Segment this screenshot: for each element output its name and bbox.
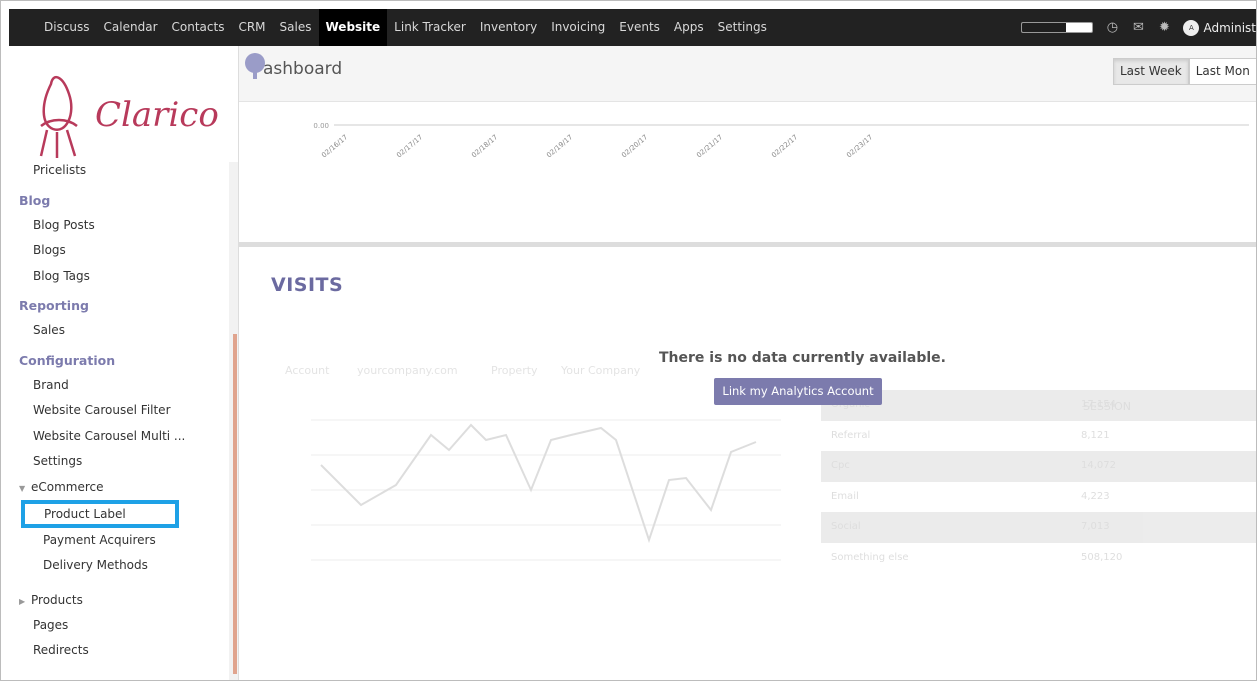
- row-value: 14,072: [1081, 460, 1116, 471]
- sidebar-group-products[interactable]: ▶ Products: [9, 588, 229, 613]
- row-value: 508,120: [1081, 551, 1123, 563]
- top-navigation: Discuss Calendar Contacts CRM Sales Website Li…: [9, 9, 774, 46]
- table-row: Referral 8,121: [821, 421, 1256, 452]
- row-label: Referral: [831, 429, 871, 441]
- x-tick-label: 02/17/17: [395, 133, 424, 159]
- row-value: 4,223: [1081, 490, 1110, 502]
- sidebar-menu: Pricelists Blog Blog Posts Blogs Blog Tags Re…: [9, 158, 229, 664]
- period-button-last-mon[interactable]: Last Mon: [1188, 58, 1256, 85]
- sidebar-item-product-label[interactable]: Product Label: [21, 499, 179, 528]
- period-button-last-week[interactable]: Last Week: [1113, 58, 1189, 85]
- sidebar-item-website-carousel-multi[interactable]: Website Carousel Multi ...: [9, 424, 229, 450]
- progress-bar: [1021, 22, 1094, 33]
- x-tick-label: 02/23/17: [845, 133, 874, 159]
- sidebar-section-configuration: Configuration: [19, 352, 116, 368]
- top-menu-inventory[interactable]: Inventory: [473, 9, 544, 46]
- property-select[interactable]: Your Company: [561, 364, 640, 377]
- sidebar: Clarico Pricelists Blog Blog Posts Blogs Blo…: [9, 46, 239, 680]
- progress-fill: [1022, 23, 1066, 32]
- clarico-logo: Clarico: [31, 54, 231, 164]
- top-right-systray: ◷ ✉ ✹ A Administ: [1021, 9, 1256, 46]
- sidebar-item-website-carousel-filter[interactable]: Website Carousel Filter: [9, 398, 229, 424]
- empty-data-message: There is no data currently available.: [659, 350, 946, 366]
- x-tick-label: 02/19/17: [545, 133, 574, 159]
- row-label: Something else: [831, 551, 909, 563]
- sales-chart-svg: 0.00 02/16/17 02/17/17 02/18/17 02/19/17 02/2…: [313, 122, 1249, 160]
- table-row: Email 4,223: [821, 482, 1256, 513]
- sales-chart: 0.00 02/16/17 02/17/17 02/18/17 02/19/17 02/2…: [239, 103, 1256, 243]
- main-content: ashboard Last Week Last Mon 0.00 02/16/17 0…: [239, 46, 1256, 680]
- top-menu-bar: Discuss Calendar Contacts CRM Sales Website Li…: [9, 9, 1256, 46]
- row-label: Email: [831, 490, 859, 502]
- top-menu-contacts[interactable]: Contacts: [165, 9, 232, 46]
- breadcrumb-tooltip-dot: [245, 53, 265, 73]
- top-menu-events[interactable]: Events: [612, 9, 667, 46]
- sidebar-group-label: Products: [31, 592, 83, 607]
- account-select[interactable]: yourcompany.com: [357, 364, 458, 377]
- x-tick-label: 02/20/17: [620, 133, 649, 159]
- x-tick-label: 02/22/17: [770, 133, 799, 159]
- top-menu-link-tracker[interactable]: Link Tracker: [387, 9, 473, 46]
- top-menu-calendar[interactable]: Calendar: [97, 9, 165, 46]
- page-title: ashboard: [263, 59, 343, 79]
- top-menu-discuss[interactable]: Discuss: [37, 9, 97, 46]
- app-window: Discuss Calendar Contacts CRM Sales Website Li…: [0, 0, 1257, 681]
- control-panel: ashboard Last Week Last Mon: [239, 46, 1256, 102]
- sidebar-item-brand[interactable]: Brand: [9, 373, 229, 399]
- visits-section: VISITS Account yourcompany.com Property …: [239, 247, 1256, 680]
- x-tick-label: 02/18/17: [470, 133, 499, 159]
- sidebar-item-blogs[interactable]: Blogs: [9, 238, 229, 264]
- top-menu-website[interactable]: Website: [318, 9, 388, 46]
- chat-icon[interactable]: ✉: [1131, 20, 1145, 35]
- caret-down-icon[interactable]: ▼: [19, 476, 31, 501]
- row-value: 8,121: [1081, 429, 1110, 441]
- link-analytics-button[interactable]: Link my Analytics Account: [714, 378, 882, 405]
- sidebar-section-reporting: Reporting: [19, 298, 89, 313]
- table-row: Something else 508,120: [821, 543, 1256, 574]
- logo-text: Clarico: [95, 95, 219, 135]
- visits-line-chart: [311, 419, 781, 561]
- x-tick-label: 02/21/17: [695, 133, 724, 159]
- sidebar-item-payment-acquirers[interactable]: Payment Acquirers: [9, 528, 229, 554]
- sidebar-scrollbar[interactable]: [233, 334, 237, 674]
- sidebar-group-ecommerce[interactable]: ▼ eCommerce: [9, 475, 229, 500]
- account-label: Account: [285, 364, 330, 377]
- row-label: Cpc: [831, 460, 850, 471]
- table-row: Cpc 14,072: [821, 451, 1256, 482]
- top-menu-crm[interactable]: CRM: [231, 9, 272, 46]
- user-name: Administ: [1203, 20, 1256, 35]
- sidebar-group-label: eCommerce: [31, 479, 104, 494]
- sidebar-item-settings[interactable]: Settings: [9, 449, 229, 475]
- caret-right-icon[interactable]: ▶: [19, 589, 31, 614]
- row-value: 7,013: [1081, 521, 1110, 532]
- user-menu[interactable]: A Administ: [1183, 19, 1256, 36]
- x-tick-label: 02/16/17: [320, 133, 349, 159]
- top-menu-sales[interactable]: Sales: [273, 9, 319, 46]
- sidebar-section-blog: Blog: [19, 192, 51, 208]
- sessions-table: Organic17,154 Referral 8,121 Cpc 14,072 Email…: [821, 390, 1256, 620]
- bug-icon[interactable]: ✹: [1157, 20, 1171, 35]
- sidebar-item-pricelists[interactable]: Pricelists: [9, 158, 229, 184]
- period-selector: Last Week Last Mon: [1113, 58, 1256, 85]
- avatar: A: [1183, 19, 1200, 36]
- top-menu-invoicing[interactable]: Invoicing: [544, 9, 612, 46]
- session-column-header: SESSION: [1083, 400, 1132, 413]
- sidebar-item-blog-posts[interactable]: Blog Posts: [9, 213, 229, 239]
- property-label: Property: [491, 364, 538, 377]
- visits-title: VISITS: [271, 274, 344, 296]
- row-label: Social: [831, 521, 861, 532]
- sidebar-item-redirects[interactable]: Redirects: [9, 638, 229, 664]
- top-menu-settings[interactable]: Settings: [711, 9, 774, 46]
- y-tick-label: 0.00: [313, 122, 329, 130]
- table-row: Organic17,154: [821, 390, 1256, 421]
- table-row: Social 7,013: [821, 512, 1256, 543]
- sidebar-item-blog-tags[interactable]: Blog Tags: [9, 264, 229, 290]
- sidebar-item-sales[interactable]: Sales: [9, 318, 229, 344]
- clock-icon[interactable]: ◷: [1105, 20, 1119, 35]
- sidebar-item-pages[interactable]: Pages: [9, 613, 229, 639]
- top-menu-apps[interactable]: Apps: [667, 9, 711, 46]
- sidebar-item-delivery-methods[interactable]: Delivery Methods: [9, 553, 229, 579]
